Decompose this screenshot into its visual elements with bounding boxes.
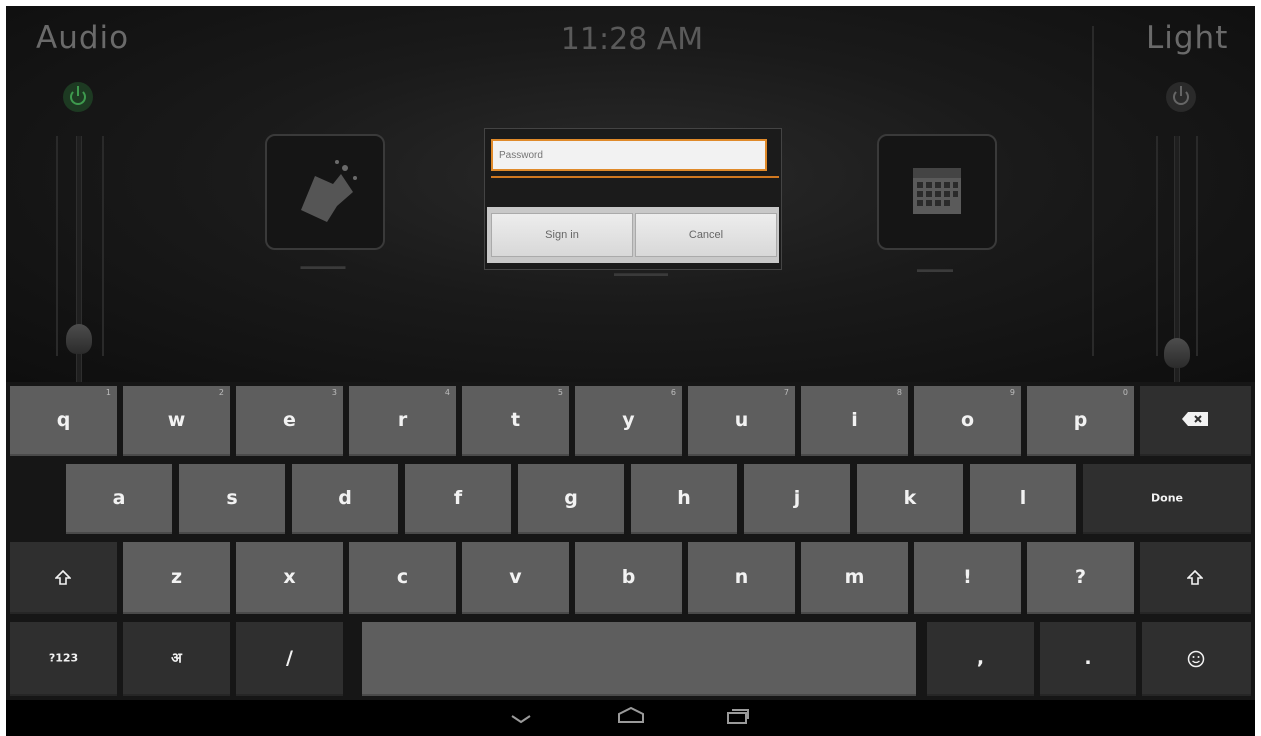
audio-slider-frame-left (56, 136, 58, 356)
clock: 11:28 AM (560, 22, 704, 57)
password-input-underline (491, 176, 779, 178)
audio-slider-knob[interactable] (66, 324, 92, 354)
key-i[interactable]: 8i (801, 386, 908, 456)
key-s[interactable]: s (179, 464, 285, 534)
audio-slider-frame-right (102, 136, 104, 356)
key-f[interactable]: f (405, 464, 511, 534)
shift-icon (1187, 570, 1203, 585)
key-t[interactable]: 5t (462, 386, 569, 456)
party-icon (301, 160, 357, 222)
key-w[interactable]: 2w (123, 386, 230, 456)
key-m[interactable]: m (801, 542, 908, 614)
back-chevron-icon[interactable] (510, 714, 532, 724)
home-icon[interactable] (617, 706, 645, 724)
key-c[interactable]: c (349, 542, 456, 614)
key-a[interactable]: a (66, 464, 172, 534)
key-n[interactable]: n (688, 542, 795, 614)
light-divider (1092, 26, 1094, 356)
key-l[interactable]: l (970, 464, 1076, 534)
key-p[interactable]: 0p (1027, 386, 1134, 456)
calendar-tile[interactable] (877, 134, 997, 250)
password-input[interactable] (491, 139, 767, 171)
control-panel: Audio Light 11:28 AM ▬▬▬▬▬ ▬▬▬▬ Sign in … (6, 6, 1255, 382)
key-question[interactable]: ? (1027, 542, 1134, 614)
emoji-icon (1187, 650, 1205, 668)
light-slider-frame-left (1156, 136, 1158, 356)
key-k[interactable]: k (857, 464, 963, 534)
key-o[interactable]: 9o (914, 386, 1021, 456)
light-level-slider[interactable] (1164, 136, 1190, 382)
key-u[interactable]: 7u (688, 386, 795, 456)
shift-key-left[interactable] (10, 542, 117, 614)
party-tile[interactable] (265, 134, 385, 250)
key-d[interactable]: d (292, 464, 398, 534)
done-key[interactable]: Done (1083, 464, 1251, 534)
key-r[interactable]: 4r (349, 386, 456, 456)
key-g[interactable]: g (518, 464, 624, 534)
light-title: Light (1146, 20, 1229, 56)
audio-power-icon[interactable] (63, 82, 93, 112)
key-b[interactable]: b (575, 542, 682, 614)
language-key[interactable]: अ (123, 622, 230, 696)
period-key[interactable]: . (1040, 622, 1136, 696)
slash-key[interactable]: / (236, 622, 343, 696)
shift-key-right[interactable] (1140, 542, 1251, 614)
soft-keyboard: 1q 2w 3e 4r 5t 6y 7u 8i 9o 0p a s d f g … (6, 382, 1255, 700)
cancel-button[interactable]: Cancel (635, 213, 777, 257)
tablet-screen: Audio Light 11:28 AM ▬▬▬▬▬ ▬▬▬▬ Sign in … (6, 6, 1255, 736)
backspace-key[interactable] (1140, 386, 1251, 456)
light-power-icon[interactable] (1166, 82, 1196, 112)
emoji-key[interactable] (1142, 622, 1251, 696)
key-y[interactable]: 6y (575, 386, 682, 456)
audio-title: Audio (36, 20, 130, 56)
key-h[interactable]: h (631, 464, 737, 534)
key-z[interactable]: z (123, 542, 230, 614)
audio-volume-slider[interactable] (66, 136, 92, 382)
comma-key[interactable]: , (927, 622, 1034, 696)
key-j[interactable]: j (744, 464, 850, 534)
dialog-underlay-label: ▬▬▬▬▬▬ (614, 268, 668, 278)
party-tile-label: ▬▬▬▬▬ (300, 261, 346, 271)
dialog-button-bar: Sign in Cancel (487, 207, 779, 263)
backspace-icon (1182, 412, 1208, 426)
password-dialog: Sign in Cancel (484, 128, 782, 270)
calendar-tile-label: ▬▬▬▬ (917, 264, 953, 274)
recents-icon[interactable] (726, 708, 750, 724)
key-q[interactable]: 1q (10, 386, 117, 456)
shift-icon (55, 570, 71, 585)
light-slider-knob[interactable] (1164, 338, 1190, 368)
light-slider-frame-right (1196, 136, 1198, 356)
sign-in-button[interactable]: Sign in (491, 213, 633, 257)
key-x[interactable]: x (236, 542, 343, 614)
key-e[interactable]: 3e (236, 386, 343, 456)
calendar-icon (913, 168, 961, 214)
key-v[interactable]: v (462, 542, 569, 614)
symbols-key[interactable]: ?123 (10, 622, 117, 696)
key-exclamation[interactable]: ! (914, 542, 1021, 614)
system-nav-bar (6, 700, 1255, 736)
space-bar[interactable] (362, 622, 916, 696)
